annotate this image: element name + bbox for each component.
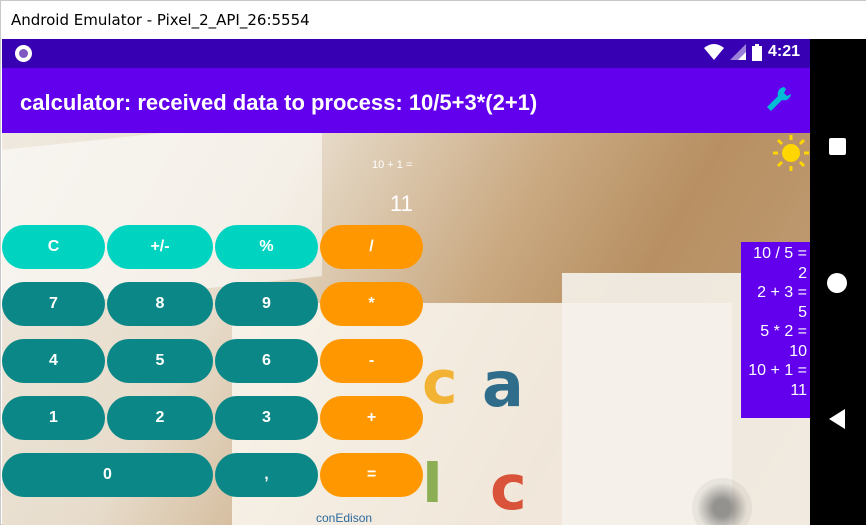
decor-letter: I (422, 451, 443, 516)
decor-letter: a (482, 348, 524, 421)
battery-icon (751, 43, 762, 61)
digit-9-button[interactable]: 9 (215, 282, 318, 326)
digit-0-button[interactable]: 0 (2, 453, 213, 497)
status-icons: 4:21 (703, 43, 800, 61)
app-bar: calculator: received data to process: 10… (2, 68, 810, 133)
decimal-button[interactable]: , (215, 453, 318, 497)
subtract-button[interactable]: - (320, 339, 423, 383)
recents-button[interactable] (829, 138, 846, 155)
history-item[interactable]: 5 * 2 = 10 (741, 322, 807, 361)
history-item[interactable]: 2 + 3 = 5 (741, 283, 807, 322)
expression-display: 10 + 1 = (372, 159, 413, 171)
background-caption: conEdison (316, 511, 373, 525)
sign-toggle-button[interactable]: +/- (107, 225, 213, 269)
digit-8-button[interactable]: 8 (107, 282, 213, 326)
digit-6-button[interactable]: 6 (215, 339, 318, 383)
window-title: Android Emulator - Pixel_2_API_26:5554 (11, 11, 310, 29)
decor-letter: c (490, 451, 527, 524)
decor-letter: c (422, 348, 458, 418)
app-title: calculator: received data to process: 10… (20, 90, 538, 115)
digit-4-button[interactable]: 4 (2, 339, 105, 383)
nav-bar (810, 39, 866, 525)
sun-icon[interactable] (772, 134, 810, 172)
result-display: 11 (390, 191, 413, 216)
digit-5-button[interactable]: 5 (107, 339, 213, 383)
add-button[interactable]: + (320, 396, 423, 440)
history-item[interactable]: 10 + 1 = 11 (741, 361, 807, 400)
equals-button[interactable]: = (320, 453, 423, 497)
back-button[interactable] (829, 409, 845, 429)
digit-1-button[interactable]: 1 (2, 396, 105, 440)
emulator-window: Android Emulator - Pixel_2_API_26:5554 4… (0, 0, 866, 525)
digit-2-button[interactable]: 2 (107, 396, 213, 440)
window-titlebar[interactable]: Android Emulator - Pixel_2_API_26:5554 (1, 1, 866, 39)
clear-button[interactable]: C (2, 225, 105, 269)
notification-icon (15, 45, 32, 62)
wifi-icon (703, 44, 724, 60)
signal-icon (729, 44, 746, 60)
divide-button[interactable]: / (320, 225, 423, 269)
wrench-icon[interactable] (764, 84, 794, 114)
status-bar: 4:21 (2, 39, 810, 68)
digit-7-button[interactable]: 7 (2, 282, 105, 326)
status-time: 4:21 (767, 43, 800, 60)
history-item[interactable]: 10 / 5 = 2 (741, 244, 807, 283)
history-panel[interactable]: 10 / 5 = 2 2 + 3 = 5 5 * 2 = 10 10 + 1 = 11 (741, 242, 810, 418)
digit-3-button[interactable]: 3 (215, 396, 318, 440)
multiply-button[interactable]: * (320, 282, 423, 326)
percent-button[interactable]: % (215, 225, 318, 269)
home-button[interactable] (827, 273, 847, 293)
device-screen: 4:21 calculator: received data to proces… (2, 39, 810, 525)
